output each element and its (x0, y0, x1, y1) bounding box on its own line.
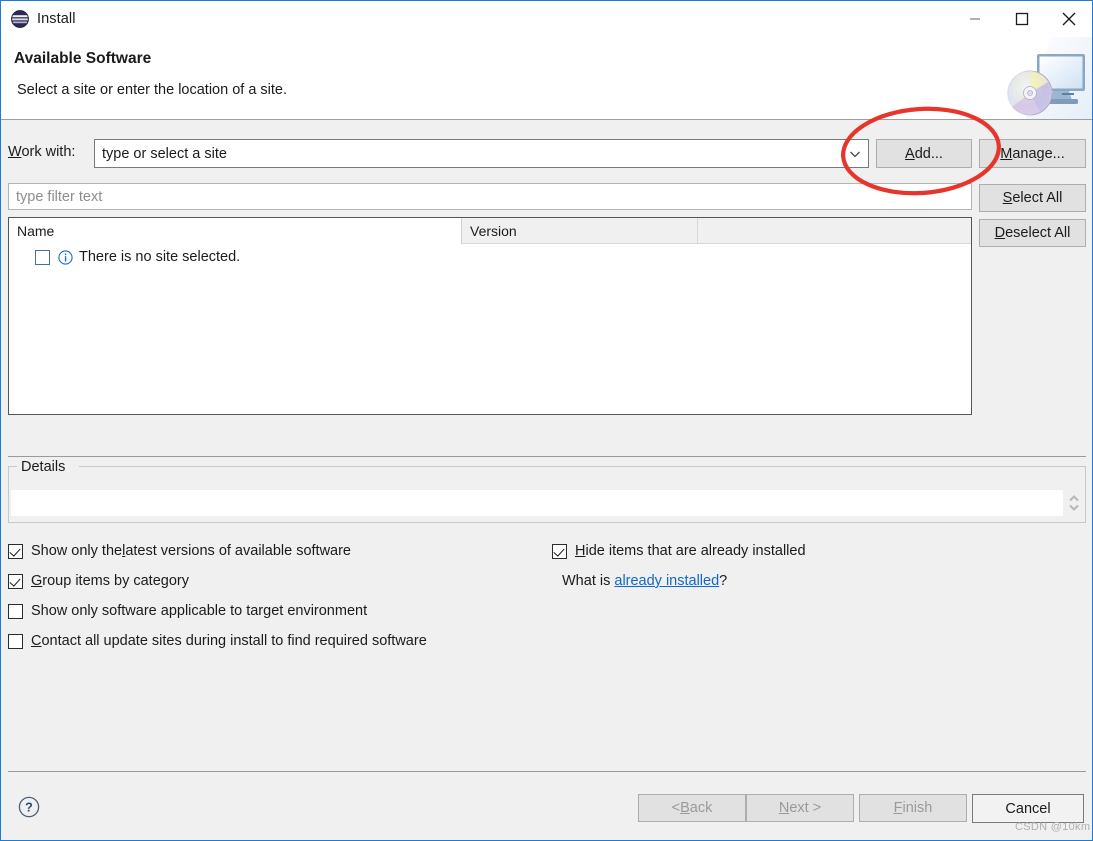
checkbox-box (8, 573, 23, 589)
finish-label-post: inish (902, 800, 933, 816)
title-bar: Install (1, 1, 1092, 37)
work-with-label: Work with: (8, 144, 75, 160)
window-title: Install (37, 11, 76, 27)
checkbox-target-environment[interactable]: Show only software applicable to target … (8, 603, 367, 619)
manage-button[interactable]: Manage... (979, 139, 1086, 168)
install-dialog: Install Available Software Select a site… (0, 0, 1093, 841)
page-subtitle: Select a site or enter the location of a… (17, 82, 288, 98)
details-text-field[interactable] (11, 490, 1063, 516)
next-label-post: ext > (789, 800, 822, 816)
column-header-version[interactable]: Version (462, 218, 698, 244)
finish-button[interactable]: Finish (859, 794, 967, 822)
chevron-down-icon[interactable] (842, 140, 868, 167)
back-label-pre: < (671, 800, 681, 816)
checkbox-label-post: ontact all update sites during install t… (41, 633, 427, 649)
svg-text:?: ? (25, 801, 33, 815)
checkbox-label-pre: Show only the (31, 543, 123, 559)
eclipse-icon (11, 10, 29, 28)
minimize-icon[interactable] (951, 1, 998, 37)
checkbox-group-items-by-category[interactable]: Group items by category (8, 573, 189, 589)
checkbox-box (8, 543, 23, 559)
what-is-already-installed: What is already installed? (562, 573, 727, 589)
add-label-rest: dd... (914, 145, 943, 162)
wizard-header: Available Software Select a site or ente… (1, 37, 1092, 120)
maximize-icon[interactable] (998, 1, 1045, 37)
deselect-all-button[interactable]: Deselect All (979, 219, 1086, 247)
work-with-combo[interactable]: type or select a site (94, 139, 869, 168)
finish-mnemonic: F (893, 800, 903, 816)
deselect-all-mnemonic: D (994, 225, 1006, 241)
deselect-all-label-rest: eselect All (1005, 225, 1071, 241)
checkbox-box (8, 603, 23, 619)
column-header-name[interactable]: Name (9, 218, 462, 244)
checkbox-label-post: atest versions of available software (125, 543, 351, 559)
work-with-value: type or select a site (102, 145, 227, 162)
select-all-label-rest: elect All (1012, 190, 1063, 206)
row-checkbox[interactable] (35, 249, 50, 265)
manage-mnemonic: M (1000, 145, 1013, 162)
details-group-label: Details (17, 459, 70, 475)
cancel-button[interactable]: Cancel (972, 794, 1084, 823)
row-name-cell: There is no site selected. (79, 249, 241, 265)
filter-input[interactable]: type filter text (8, 183, 972, 210)
window-controls (951, 1, 1092, 37)
back-mnemonic: B (680, 800, 690, 816)
checkbox-hide-already-installed[interactable]: Hide items that are already installed (552, 543, 806, 559)
back-label-post: ack (689, 800, 713, 816)
up-down-chevron-icon[interactable] (1067, 491, 1081, 515)
column-header-extra[interactable] (698, 218, 971, 244)
select-all-button[interactable]: Select All (979, 184, 1086, 212)
already-installed-link[interactable]: already installed (614, 573, 719, 589)
work-with-mnemonic: W (8, 144, 22, 160)
checkbox-contact-all-update-sites[interactable]: Contact all update sites during install … (8, 633, 427, 649)
checkbox-label-mnemonic: G (31, 573, 43, 589)
footer-separator (8, 771, 1086, 772)
help-question-icon[interactable]: ? (18, 796, 40, 818)
checkbox-box (552, 543, 567, 559)
what-is-prefix: What is (562, 573, 615, 589)
next-button[interactable]: Next > (746, 794, 854, 822)
checkbox-label-post: ide items that are already installed (585, 543, 806, 559)
details-separator (8, 456, 1086, 457)
monitor-with-disc-icon (996, 37, 1092, 119)
info-icon (58, 249, 73, 265)
add-button[interactable]: Add... (876, 139, 972, 168)
checkbox-label-mnemonic: C (31, 633, 42, 649)
checkbox-label-mnemonic: H (575, 543, 586, 559)
checkbox-box (8, 633, 23, 649)
back-button[interactable]: < Back (638, 794, 746, 822)
manage-label-rest: anage... (1012, 145, 1065, 162)
add-mnemonic: A (905, 145, 915, 162)
next-mnemonic: N (778, 800, 790, 816)
filter-placeholder: type filter text (16, 188, 103, 205)
cancel-label: Cancel (1005, 800, 1051, 817)
table-header: Name Version (9, 218, 971, 244)
page-title: Available Software (14, 50, 152, 67)
available-software-table[interactable]: Name Version There is no site selected. (8, 217, 972, 415)
select-all-mnemonic: S (1002, 190, 1013, 206)
table-row[interactable]: There is no site selected. (9, 244, 971, 270)
close-icon[interactable] (1045, 1, 1092, 37)
checkbox-show-latest-versions[interactable]: Show only the l atest versions of availab… (8, 543, 351, 559)
what-is-suffix: ? (719, 573, 728, 589)
work-with-label-rest: ork with: (21, 144, 76, 160)
watermark: CSDN @10km (1015, 821, 1091, 833)
checkbox-label-post: roup items by category (42, 573, 189, 589)
checkbox-label-pre: Show only software applicable to target … (31, 603, 368, 619)
